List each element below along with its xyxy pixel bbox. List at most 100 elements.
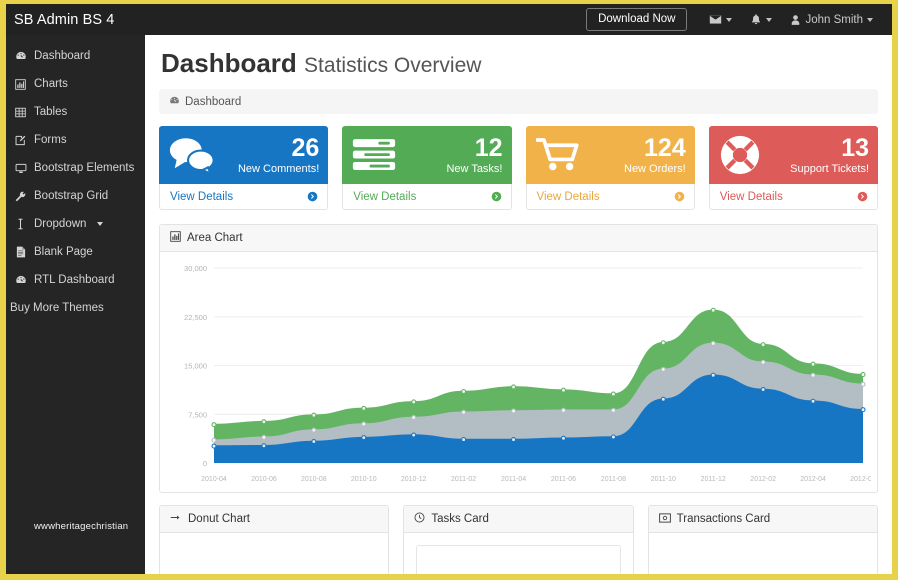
svg-text:2010-12: 2010-12 — [401, 476, 427, 483]
chevron-down-icon — [726, 17, 733, 22]
stat-card-value: 26 — [291, 133, 320, 162]
clock-icon — [414, 512, 425, 526]
stat-card-body: 13 Support Tickets! — [708, 126, 878, 184]
svg-text:2011-02: 2011-02 — [451, 476, 476, 483]
envelope-icon — [709, 13, 722, 26]
tasks-card-panel: Tasks Card — [403, 505, 634, 574]
shopping-cart-icon — [535, 136, 582, 174]
svg-text:7,500: 7,500 — [188, 410, 207, 419]
stat-card-footer[interactable]: View Details — [708, 184, 878, 210]
area-chart-title: Area Chart — [187, 232, 243, 244]
view-details-link[interactable]: View Details — [720, 191, 783, 203]
area-chart-body[interactable]: 0 7,500 15,000 22,500 30,000 2010-04 2010-06 20… — [160, 252, 877, 492]
sidebar-item-dashboard[interactable]: Dashboard — [6, 42, 145, 70]
wrench-icon — [14, 191, 27, 202]
stat-card-value: 12 — [474, 133, 503, 162]
stat-card-value: 13 — [841, 133, 869, 162]
svg-text:2012-02: 2012-02 — [750, 476, 776, 483]
view-details-link[interactable]: View Details — [170, 191, 233, 203]
page-title: Dashboard Statistics Overview — [159, 43, 878, 89]
browser-frame: SB Admin BS 4 Download Now John Smith Da… — [0, 0, 898, 580]
svg-text:2010-10: 2010-10 — [351, 476, 377, 483]
tasks-placeholder — [416, 545, 621, 574]
stat-cards-row: 26 New Comments! View Details 12 New Tas… — [159, 126, 878, 210]
download-now-button[interactable]: Download Now — [586, 8, 688, 31]
sidebar-item-label: Forms — [34, 134, 67, 146]
file-icon — [14, 246, 27, 258]
sidebar-item-label: Blank Page — [34, 246, 93, 258]
donut-chart-body — [160, 533, 388, 557]
transactions-card-body — [649, 533, 877, 557]
stat-card-label: New Comments! — [237, 162, 320, 175]
stat-card-values: 12 New Tasks! — [446, 133, 503, 175]
stat-card-tasks: 12 New Tasks! View Details — [342, 126, 512, 210]
sidebar-item-tables[interactable]: Tables — [6, 98, 145, 126]
sidebar-item-blank-page[interactable]: Blank Page — [6, 238, 145, 266]
svg-text:2010-06: 2010-06 — [251, 476, 277, 483]
sidebar-item-charts[interactable]: Charts — [6, 70, 145, 98]
sidebar-item-label: Dashboard — [34, 50, 91, 62]
chevron-down-icon — [97, 222, 104, 226]
money-icon — [658, 512, 671, 526]
chevron-down-icon — [867, 17, 873, 22]
main-content: Dashboard Statistics Overview Dashboard — [145, 35, 892, 574]
stat-card-values: 124 New Orders! — [624, 133, 686, 175]
sidebar: Dashboard Charts Tables Forms Bootstrap — [6, 35, 145, 574]
stat-card-footer[interactable]: View Details — [342, 184, 512, 210]
sidebar-item-dropdown[interactable]: Dropdown — [6, 210, 145, 238]
user-name-label: John Smith — [805, 13, 863, 26]
sidebar-item-label: Bootstrap Elements — [34, 162, 135, 174]
view-details-link[interactable]: View Details — [537, 191, 600, 203]
stat-card-value: 124 — [644, 133, 686, 162]
alerts-menu[interactable] — [741, 4, 781, 35]
svg-text:30,000: 30,000 — [184, 264, 207, 273]
sidebar-item-forms[interactable]: Forms — [6, 126, 145, 154]
donut-chart-header: Donut Chart — [160, 506, 389, 533]
tasks-card-title: Tasks Card — [431, 513, 489, 525]
watermark-text: wwwheritagechristian — [34, 521, 129, 532]
messages-menu[interactable] — [700, 4, 741, 35]
stat-card-comments: 26 New Comments! View Details — [159, 126, 329, 210]
desktop-icon — [14, 163, 27, 174]
page-title-main: Dashboard — [161, 48, 297, 78]
user-icon — [790, 14, 801, 26]
stat-card-footer[interactable]: View Details — [159, 184, 329, 210]
user-menu[interactable]: John Smith — [781, 4, 882, 35]
app-window: SB Admin BS 4 Download Now John Smith Da… — [6, 4, 892, 574]
bar-chart-icon — [170, 231, 181, 245]
stat-card-label: Support Tickets! — [790, 162, 869, 175]
brand-title[interactable]: SB Admin BS 4 — [6, 12, 114, 28]
sidebar-item-rtl-dashboard[interactable]: RTL Dashboard — [6, 266, 145, 294]
svg-text:2011-12: 2011-12 — [701, 476, 726, 483]
svg-text:2011-06: 2011-06 — [551, 476, 576, 483]
sidebar-item-bootstrap-elements[interactable]: Bootstrap Elements — [6, 154, 145, 182]
svg-text:2012-04: 2012-04 — [800, 476, 826, 483]
transactions-card-header: Transactions Card — [648, 506, 877, 533]
svg-text:2011-10: 2011-10 — [651, 476, 676, 483]
tachometer-icon — [14, 274, 27, 286]
stat-card-footer[interactable]: View Details — [525, 184, 695, 210]
area-chart-svg[interactable]: 0 7,500 15,000 22,500 30,000 2010-04 2010-06 20… — [166, 258, 871, 491]
chevron-down-icon — [766, 17, 773, 22]
sidebar-item-label: Dropdown — [34, 218, 87, 230]
area-chart-header: Area Chart — [160, 225, 877, 252]
donut-chart-panel: Donut Chart — [159, 505, 390, 574]
sidebar-item-buy-more-themes[interactable]: Buy More Themes — [6, 294, 145, 322]
stat-card-support: 13 Support Tickets! View Details — [708, 126, 878, 210]
sidebar-item-label: Buy More Themes — [10, 302, 104, 314]
table-icon — [14, 107, 27, 118]
view-details-link[interactable]: View Details — [353, 191, 416, 203]
stat-card-values: 26 New Comments! — [237, 133, 320, 175]
life-ring-icon — [719, 134, 761, 176]
tachometer-icon — [169, 95, 180, 109]
stat-card-body: 124 New Orders! — [525, 126, 695, 184]
breadcrumb: Dashboard — [159, 89, 878, 114]
tasks-icon — [352, 136, 396, 174]
caret-list-icon — [14, 218, 27, 230]
top-navbar-right: Download Now John Smith — [586, 4, 892, 35]
arrow-circle-right-icon — [491, 191, 502, 202]
bar-chart-icon — [14, 78, 27, 90]
area-chart-panel: Area Chart 0 7,500 15,000 22,500 30,000 2010-… — [159, 224, 878, 493]
sidebar-item-bootstrap-grid[interactable]: Bootstrap Grid — [6, 182, 145, 210]
bell-icon — [750, 13, 762, 26]
